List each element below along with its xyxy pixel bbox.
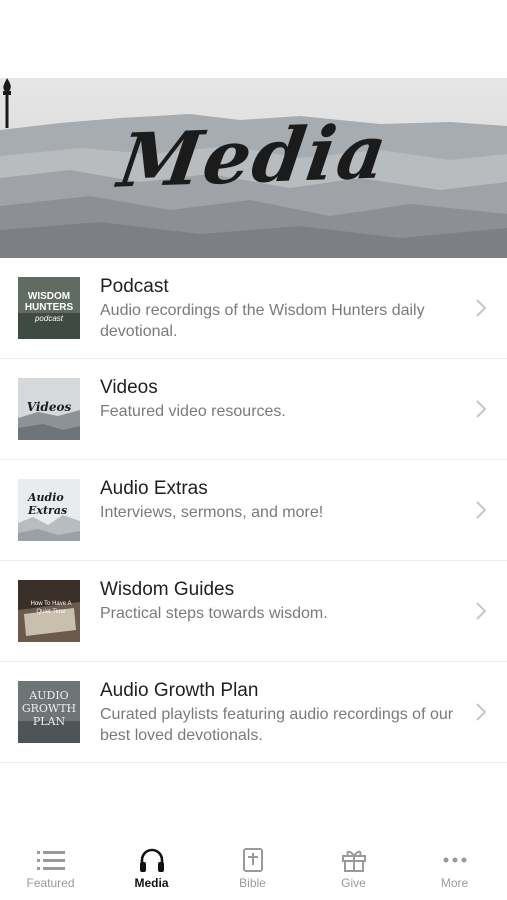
- hero-title: Media: [113, 109, 394, 205]
- thumb-line: AUDIO: [29, 689, 69, 702]
- thumb-line: GROWTH: [21, 702, 77, 715]
- tab-label: Bible: [239, 876, 266, 890]
- media-list: WISDOM HUNTERS podcast Podcast Audio rec…: [0, 258, 507, 763]
- tab-bible[interactable]: Bible: [202, 840, 303, 900]
- chevron-right-icon: [476, 299, 487, 317]
- chevron-right-icon: [476, 602, 487, 620]
- status-bar: [0, 0, 507, 78]
- tab-featured[interactable]: Featured: [0, 840, 101, 900]
- tab-media[interactable]: Media: [101, 840, 202, 900]
- thumb-line: Audio: [28, 491, 64, 504]
- thumb-line: PLAN: [32, 715, 66, 728]
- tab-bar: Featured Media Bible Give More: [0, 840, 507, 900]
- tab-more[interactable]: More: [404, 840, 505, 900]
- item-subtitle: Featured video resources.: [100, 403, 286, 420]
- thumb-line: WISDOM: [27, 291, 71, 302]
- thumb-line: Videos: [26, 400, 72, 414]
- thumb-line: Extras: [28, 504, 68, 517]
- item-subtitle: Practical steps towards wisdom.: [100, 605, 328, 622]
- thumb-line: HUNTERS: [24, 302, 74, 313]
- item-title: Podcast: [100, 276, 169, 297]
- item-subtitle: Interviews, sermons, and more!: [100, 504, 324, 521]
- videos-thumbnail: Videos: [18, 378, 80, 440]
- thumb-line: How To Have A: [30, 601, 72, 607]
- wisdom-guides-thumbnail: How To Have A Quiet Time: [18, 580, 80, 642]
- audio-extras-thumbnail: Audio Extras: [18, 479, 80, 541]
- list-item-audio-extras[interactable]: Audio Extras Audio Extras Interviews, se…: [0, 460, 507, 561]
- list-item-audio-growth-plan[interactable]: AUDIO GROWTH PLAN Audio Growth Plan Cura…: [0, 662, 507, 763]
- chevron-right-icon: [476, 501, 487, 519]
- tab-label: Featured: [26, 876, 75, 890]
- thumb-line: podcast: [34, 314, 64, 323]
- item-subtitle: Audio recordings of the Wisdom Hunters d…: [100, 302, 425, 340]
- bible-icon: [242, 848, 263, 872]
- item-title: Audio Growth Plan: [100, 680, 259, 701]
- tab-label: Give: [341, 876, 366, 890]
- chevron-right-icon: [476, 703, 487, 721]
- item-title: Videos: [100, 377, 158, 398]
- torch-logo-icon: [3, 78, 11, 128]
- list-item-videos[interactable]: Videos Videos Featured video resources.: [0, 359, 507, 460]
- list-icon: [36, 851, 65, 870]
- media-hero-banner: Media: [0, 78, 507, 258]
- more-icon: [443, 857, 466, 863]
- tab-label: More: [440, 876, 469, 890]
- audio-growth-plan-thumbnail: AUDIO GROWTH PLAN: [18, 681, 80, 743]
- list-item-podcast[interactable]: WISDOM HUNTERS podcast Podcast Audio rec…: [0, 258, 507, 359]
- item-title: Wisdom Guides: [100, 579, 235, 600]
- thumb-line: Quiet Time: [36, 609, 66, 615]
- gift-icon: [341, 850, 366, 872]
- item-subtitle: Curated playlists featuring audio record…: [100, 706, 454, 744]
- tab-give[interactable]: Give: [303, 840, 404, 900]
- tab-label: Media: [134, 876, 169, 890]
- item-title: Audio Extras: [100, 478, 208, 499]
- podcast-thumbnail: WISDOM HUNTERS podcast: [18, 277, 80, 339]
- headphones-icon: [139, 848, 164, 872]
- chevron-right-icon: [476, 400, 487, 418]
- list-item-wisdom-guides[interactable]: How To Have A Quiet Time Wisdom Guides P…: [0, 561, 507, 662]
